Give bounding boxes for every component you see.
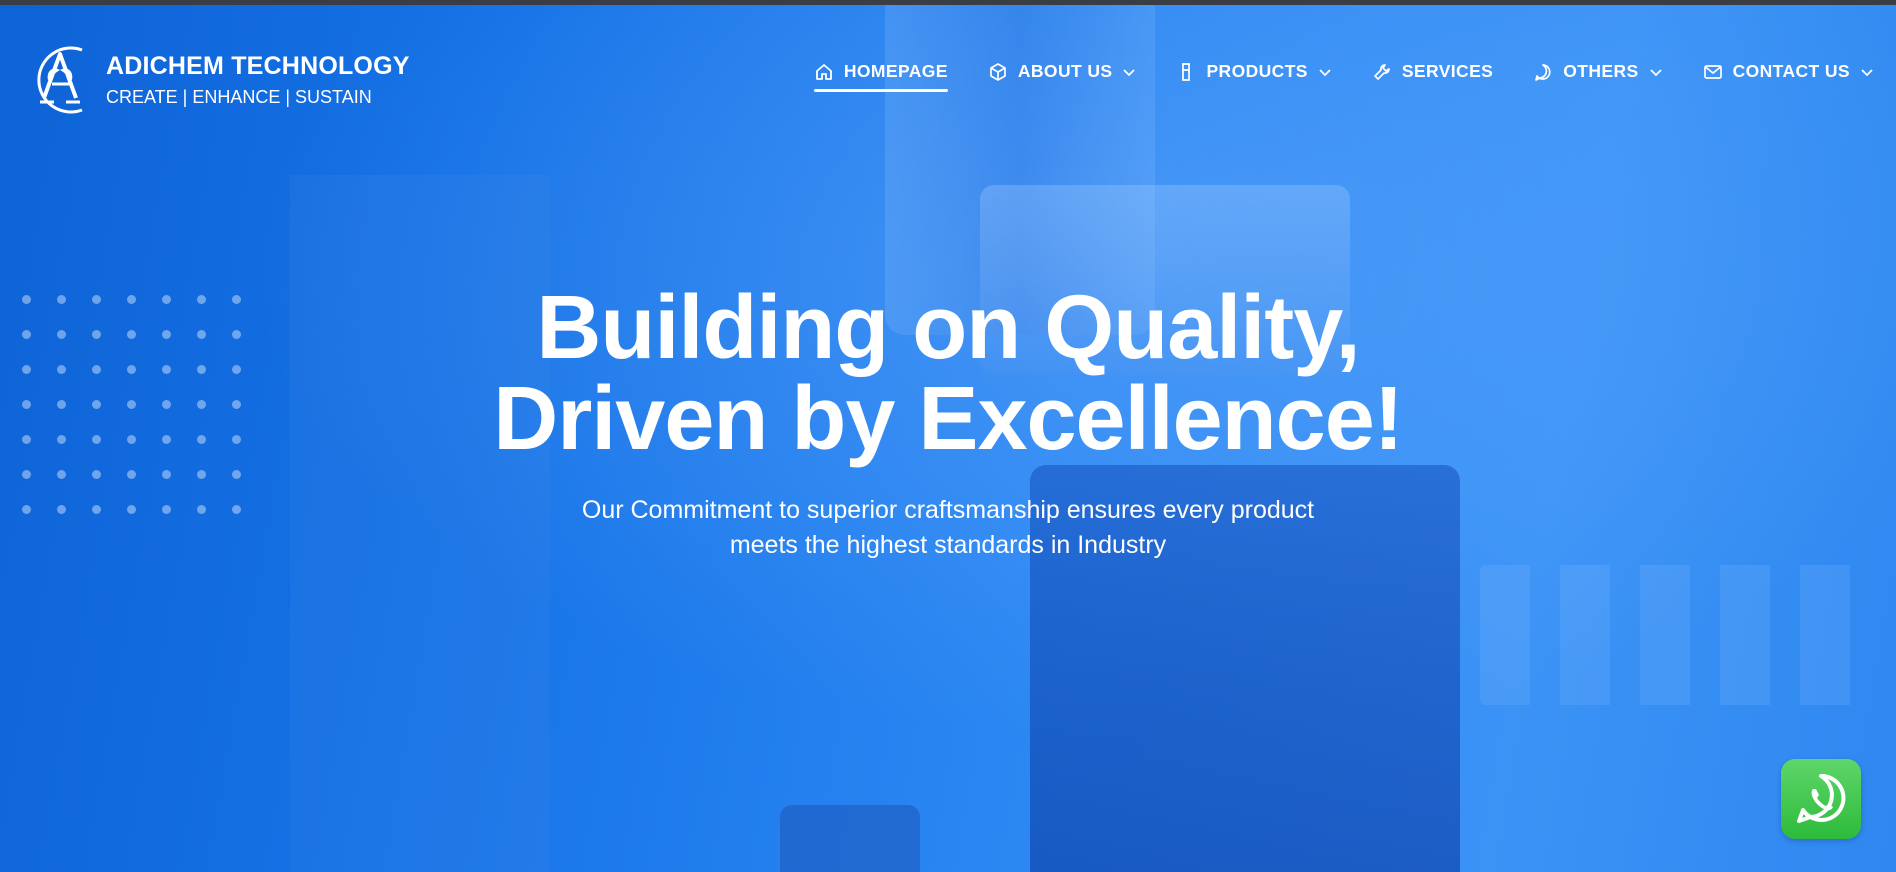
nav-label-homepage: HOMEPAGE (843, 61, 948, 81)
nav-item-homepage[interactable]: HOMEPAGE (813, 61, 948, 92)
decorative-dot (92, 470, 101, 479)
brand-name[interactable]: ADICHEM TECHNOLOGY (106, 52, 410, 81)
hero-section: ADICHEM TECHNOLOGY CREATE | ENHANCE | SU… (0, 5, 1896, 872)
decorative-dot (197, 470, 206, 479)
chevron-down-icon (1649, 68, 1662, 76)
browser-top-strip (0, 0, 1896, 5)
hero-headline-line-2: Driven by Excellence! (493, 369, 1403, 469)
nav-item-others[interactable]: OTHERS (1533, 61, 1662, 92)
hero-headline-line-1: Building on Quality, (536, 278, 1360, 378)
nav-label-services: SERVICES (1401, 61, 1494, 81)
hero-subtext-line-1: Our Commitment to superior craftsmanship… (581, 496, 1315, 524)
hero-subtext-line-2: meets the highest standards in Industry (729, 531, 1167, 559)
hero-headline: Building on Quality, Driven by Excellenc… (0, 283, 1896, 465)
decorative-dot (232, 470, 241, 479)
chevron-down-icon (1861, 68, 1873, 76)
main-nav: HOMEPAGE ABOUT US PRODUCTS SERVICES OTHE… (813, 61, 1874, 92)
decorative-dot (162, 470, 171, 479)
decorative-dot (22, 470, 31, 479)
nav-item-services[interactable]: SERVICES (1372, 61, 1493, 92)
background-shelves (1480, 565, 1880, 705)
nav-item-products[interactable]: PRODUCTS (1176, 61, 1331, 92)
nav-label-about-us: ABOUT US (1017, 61, 1113, 81)
nav-label-others: OTHERS (1563, 61, 1639, 81)
nav-label-contact-us: CONTACT US (1732, 61, 1850, 81)
brand[interactable]: ADICHEM TECHNOLOGY CREATE | ENHANCE | SU… (26, 40, 410, 120)
whatsapp-icon (1797, 773, 1846, 823)
wrench-icon (1374, 63, 1390, 80)
whatsapp-chat-button[interactable] (1781, 759, 1861, 839)
chevron-down-icon (1123, 68, 1136, 76)
hero-subtext: Our Commitment to superior craftsmanship… (0, 493, 1896, 563)
envelope-icon (1703, 64, 1722, 79)
chevron-down-icon (1319, 68, 1331, 76)
home-icon (815, 63, 832, 80)
chat-bubble-icon (1535, 63, 1551, 81)
decorative-dot (127, 470, 136, 479)
nav-item-contact-us[interactable]: CONTACT US (1703, 61, 1874, 92)
nav-item-about-us[interactable]: ABOUT US (988, 61, 1137, 92)
cube-icon (990, 62, 1006, 81)
adichem-logo-icon[interactable] (26, 40, 94, 120)
flask-icon (1182, 62, 1191, 81)
decorative-dot (57, 470, 66, 479)
brand-tagline: CREATE | ENHANCE | SUSTAIN (106, 87, 372, 107)
background-sensor (780, 805, 920, 872)
nav-label-products: PRODUCTS (1206, 61, 1308, 81)
